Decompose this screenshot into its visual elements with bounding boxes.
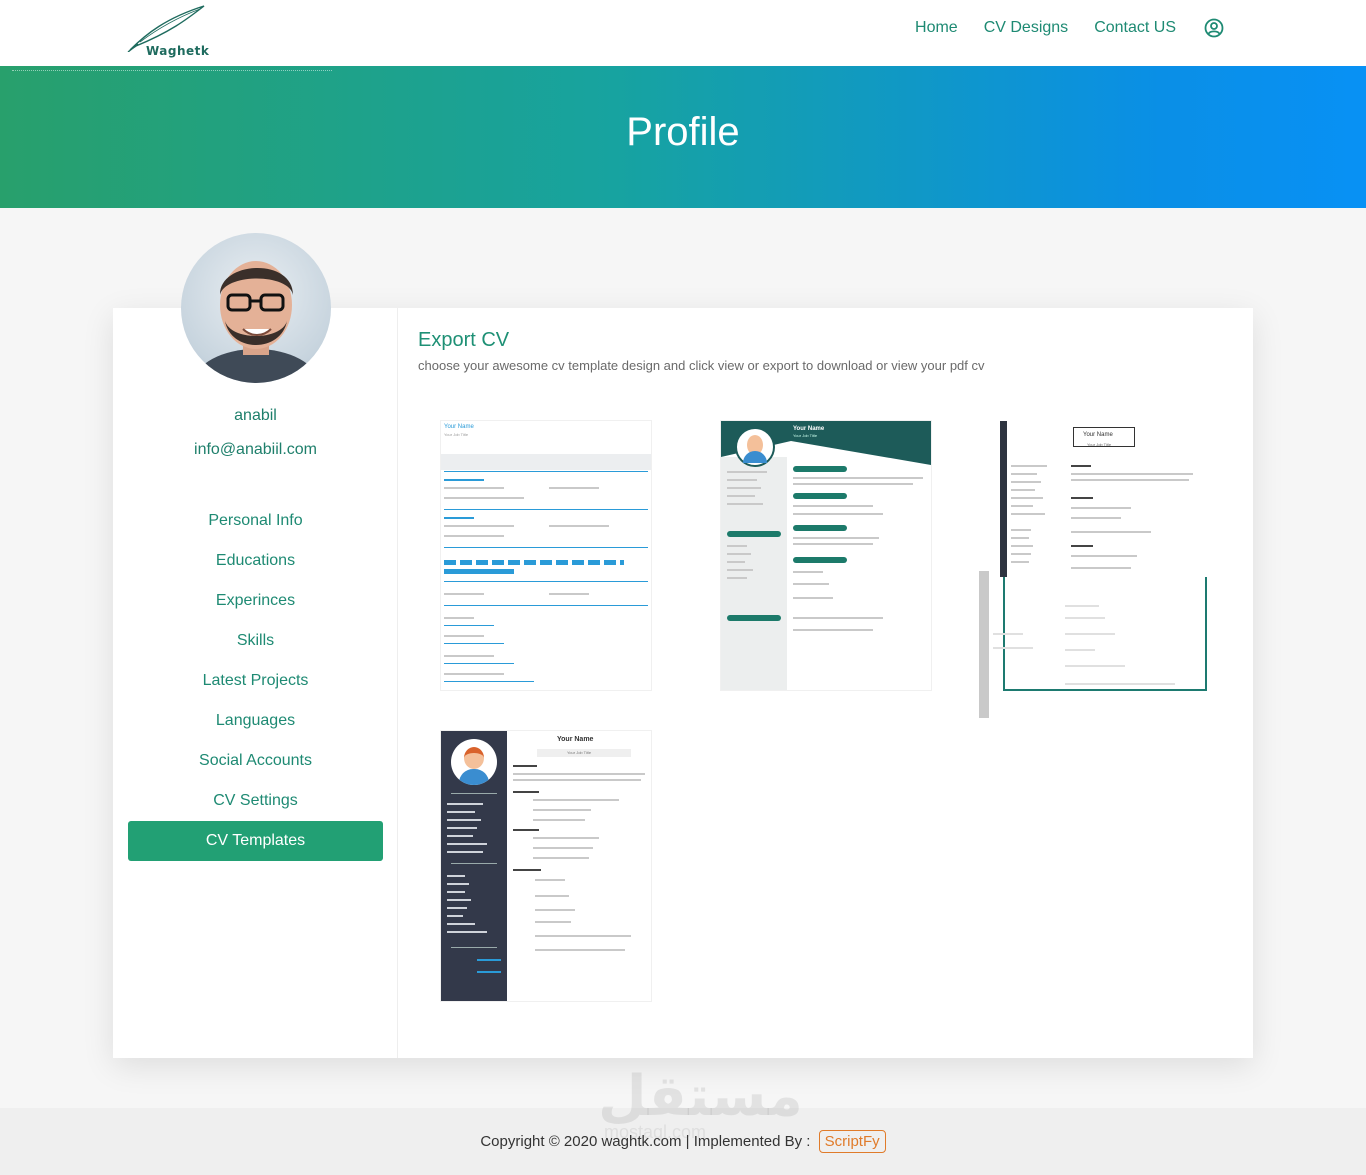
export-cv-section: Export CV choose your awesome cv templat… bbox=[418, 308, 1253, 1058]
cv-template-3[interactable]: Your Name Your Job Title bbox=[979, 421, 1232, 718]
template-subheading: Your Job Title bbox=[567, 750, 592, 755]
template-avatar bbox=[451, 739, 497, 785]
template-subheading: Your Job Title bbox=[444, 432, 469, 437]
nav-cv-designs[interactable]: CV Designs bbox=[984, 19, 1068, 37]
profile-card: anabil info@anabiil.com Personal Info Ed… bbox=[113, 233, 1253, 1058]
menu-item-latest-projects[interactable]: Latest Projects bbox=[128, 661, 383, 701]
section-description: choose your awesome cv template design a… bbox=[418, 358, 985, 373]
template-subheading: Your Job Title bbox=[1087, 442, 1112, 447]
menu-item-personal-info[interactable]: Personal Info bbox=[128, 501, 383, 541]
template-heading: Your Name bbox=[557, 736, 594, 743]
template-heading: Your Name bbox=[1083, 432, 1113, 438]
nav-contact-us[interactable]: Contact US bbox=[1094, 19, 1176, 37]
nav-home[interactable]: Home bbox=[915, 19, 958, 37]
profile-sidebar: anabil info@anabiil.com Personal Info Ed… bbox=[113, 233, 398, 1058]
menu-item-experinces[interactable]: Experinces bbox=[128, 581, 383, 621]
menu-item-cv-templates[interactable]: CV Templates bbox=[128, 821, 383, 861]
cv-template-4[interactable]: Your Name Your Job Title bbox=[441, 731, 651, 1001]
author-link[interactable]: ScriptFy bbox=[818, 1130, 886, 1153]
template-heading: Your Name bbox=[793, 426, 825, 432]
brand-name: Waghetk bbox=[146, 44, 210, 58]
user-circle-icon[interactable] bbox=[1204, 18, 1224, 38]
footer-text: Copyright © 2020 waghtk.com | Implemente… bbox=[0, 1130, 1366, 1153]
hero-banner: Profile bbox=[0, 66, 1366, 208]
brand-logo[interactable]: Waghetk bbox=[126, 4, 210, 60]
template-subheading: Your Job Title bbox=[793, 433, 818, 438]
template-avatar bbox=[735, 427, 775, 467]
template-heading: Your Name bbox=[444, 424, 474, 430]
page-title: Profile bbox=[626, 110, 740, 154]
footer-watermark: مستقل bbox=[598, 1064, 803, 1129]
footer: مستقل mostaql.com Copyright © 2020 waght… bbox=[0, 1064, 1366, 1175]
profile-menu: Personal Info Educations Experinces Skil… bbox=[128, 501, 383, 861]
menu-item-cv-settings[interactable]: CV Settings bbox=[128, 781, 383, 821]
top-navbar: Waghetk Home CV Designs Contact US bbox=[0, 0, 1366, 66]
avatar bbox=[181, 233, 331, 383]
cv-template-1[interactable]: Your Name Your Job Title bbox=[441, 421, 651, 690]
profile-name: anabil bbox=[234, 407, 277, 424]
copyright-text: Copyright © 2020 waghtk.com | Implemente… bbox=[480, 1133, 811, 1150]
menu-item-languages[interactable]: Languages bbox=[128, 701, 383, 741]
profile-email: info@anabiil.com bbox=[194, 441, 317, 458]
menu-item-educations[interactable]: Educations bbox=[128, 541, 383, 581]
hero-decoration bbox=[12, 70, 332, 76]
menu-item-skills[interactable]: Skills bbox=[128, 621, 383, 661]
cv-template-2[interactable]: Your Name Your Job Title bbox=[721, 421, 931, 690]
main-nav: Home CV Designs Contact US bbox=[889, 18, 1224, 38]
menu-item-social-accounts[interactable]: Social Accounts bbox=[128, 741, 383, 781]
section-title: Export CV bbox=[418, 329, 510, 351]
